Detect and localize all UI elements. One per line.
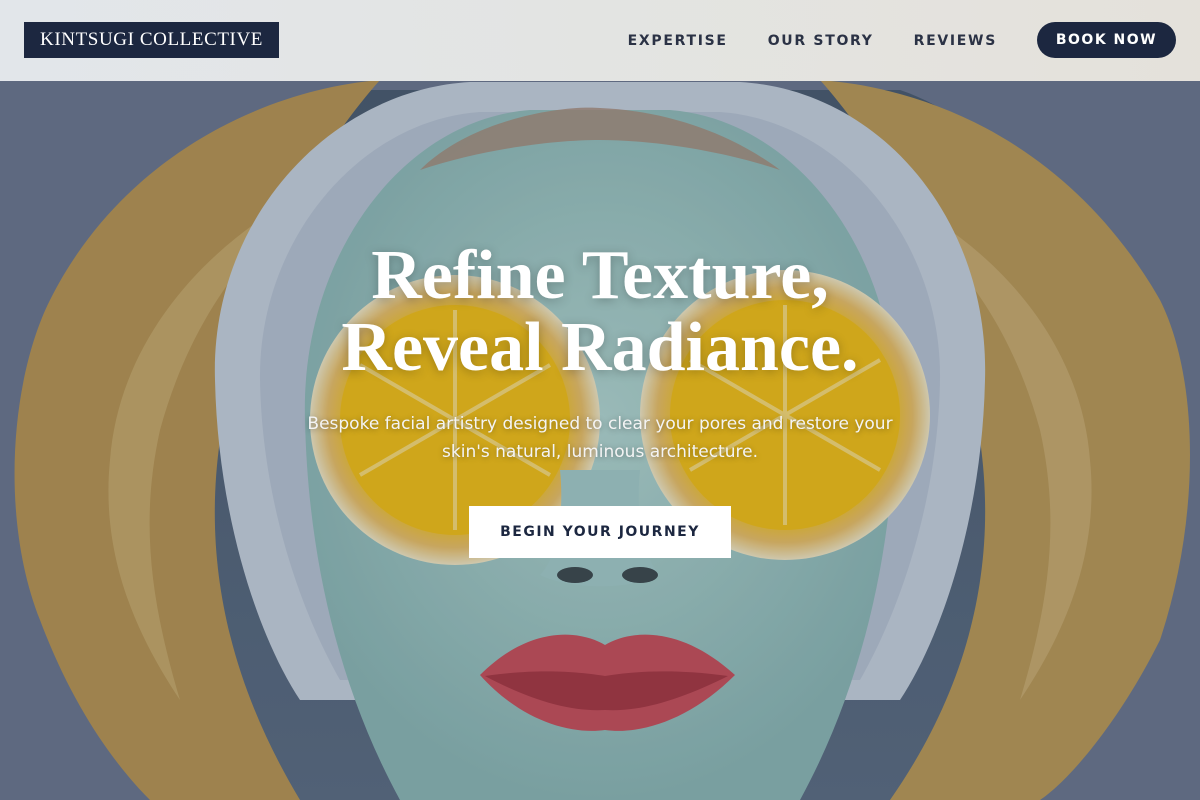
hero-title-line-1: Refine Texture,: [371, 237, 829, 314]
hero-subtitle-line-2: skin's natural, luminous architecture.: [442, 442, 758, 462]
hero-subtitle-line-1: Bespoke facial artistry designed to clea…: [307, 414, 893, 434]
begin-journey-button[interactable]: BEGIN YOUR JOURNEY: [469, 506, 731, 558]
main-nav: EXPERTISE OUR STORY REVIEWS: [588, 0, 997, 81]
hero-title: Refine Texture, Reveal Radiance.: [0, 240, 1200, 384]
hero-section: [0, 0, 1200, 800]
hero-subtitle: Bespoke facial artistry designed to clea…: [0, 410, 1200, 466]
hero-overlay: [0, 0, 1200, 800]
nav-link-our-story[interactable]: OUR STORY: [768, 33, 874, 49]
hero-title-line-2: Reveal Radiance.: [341, 309, 859, 386]
site-header: KINTSUGI COLLECTIVE EXPERTISE OUR STORY …: [0, 0, 1200, 81]
nav-link-expertise[interactable]: EXPERTISE: [628, 33, 728, 49]
brand-logo[interactable]: KINTSUGI COLLECTIVE: [24, 22, 280, 58]
nav-link-reviews[interactable]: REVIEWS: [914, 33, 997, 49]
book-now-button[interactable]: BOOK NOW: [1037, 22, 1176, 58]
